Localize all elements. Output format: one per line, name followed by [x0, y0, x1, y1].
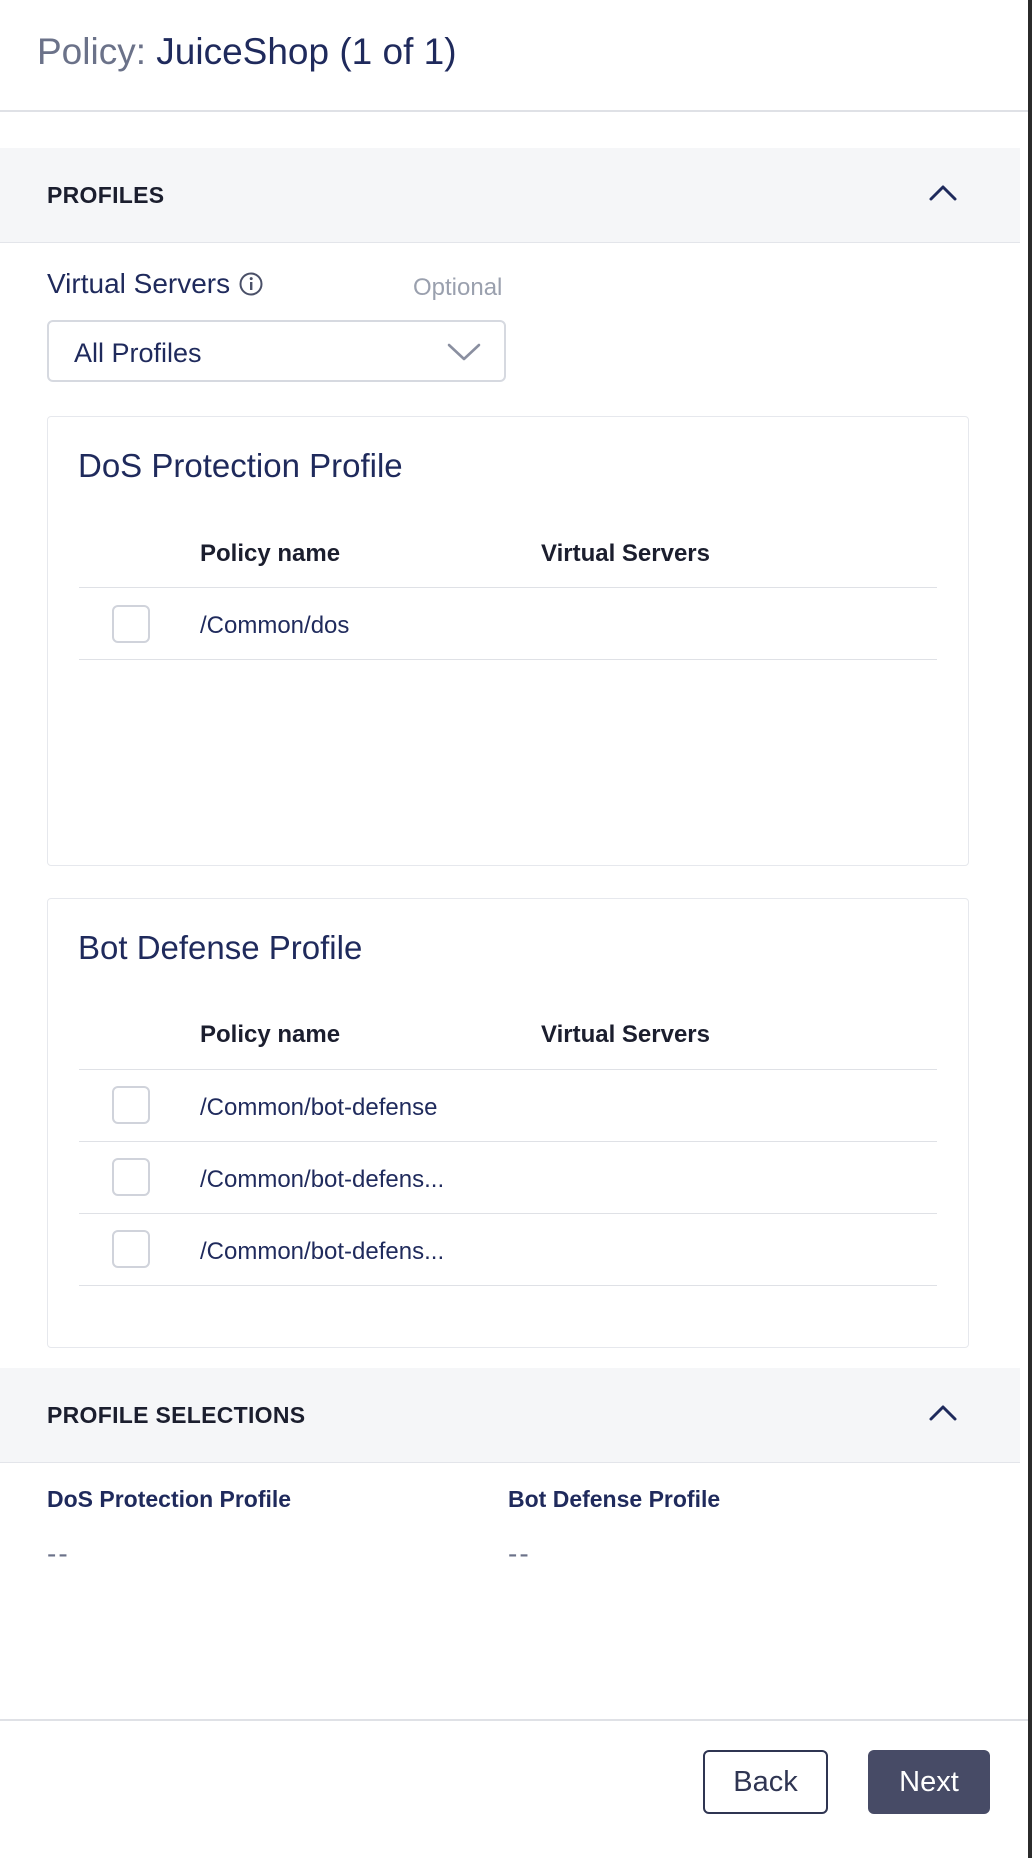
table-divider	[79, 1141, 937, 1142]
virtual-servers-label-text: Virtual Servers	[47, 268, 231, 299]
dos-card-title: DoS Protection Profile	[78, 447, 403, 484]
virtual-servers-select-value: All Profiles	[74, 338, 202, 368]
title-prefix: Policy:	[37, 31, 146, 72]
row-checkbox[interactable]	[112, 1230, 150, 1268]
optional-label: Optional	[413, 274, 503, 301]
dos-protection-card: DoS Protection Profile Policy name Virtu…	[47, 416, 969, 866]
row-checkbox[interactable]	[112, 1086, 150, 1124]
row-checkbox[interactable]	[112, 1158, 150, 1196]
table-divider	[79, 587, 937, 588]
policy-name-cell: /Common/dos	[200, 612, 350, 639]
profile-selections-heading: PROFILE SELECTIONS	[47, 1402, 306, 1428]
table-divider	[79, 1069, 937, 1070]
chevron-down-icon	[447, 343, 481, 361]
next-button[interactable]: Next	[868, 1750, 990, 1814]
policy-name-cell: /Common/bot-defense	[200, 1094, 438, 1121]
table-divider	[79, 659, 937, 660]
table-divider	[79, 1285, 937, 1286]
dos-col-policy-name: Policy name	[200, 540, 341, 567]
profiles-section-header[interactable]: PROFILES	[0, 148, 1020, 243]
virtual-servers-label: Virtual Servers	[47, 268, 264, 300]
table-divider	[79, 1213, 937, 1214]
policy-name-cell: /Common/bot-defens...	[200, 1166, 445, 1193]
dos-selection-value: --	[47, 1538, 70, 1569]
bot-card-title: Bot Defense Profile	[78, 929, 363, 966]
info-icon[interactable]	[238, 271, 264, 297]
panel-header: Policy: JuiceShop (1 of 1)	[0, 0, 1028, 112]
policy-name: JuiceShop (1 of 1)	[156, 31, 457, 72]
chevron-up-icon[interactable]	[925, 175, 961, 211]
chevron-up-icon[interactable]	[925, 1395, 961, 1431]
bot-col-virtual-servers: Virtual Servers	[541, 1021, 710, 1048]
profile-selections-section-header[interactable]: PROFILE SELECTIONS	[0, 1368, 1020, 1463]
dos-selection-label: DoS Protection Profile	[47, 1486, 292, 1512]
policy-panel: Policy: JuiceShop (1 of 1) PROFILES Virt…	[0, 0, 1030, 1858]
page-title: Policy: JuiceShop (1 of 1)	[37, 30, 457, 74]
back-button[interactable]: Back	[703, 1750, 828, 1814]
virtual-servers-select[interactable]: All Profiles	[47, 320, 506, 382]
dos-col-virtual-servers: Virtual Servers	[541, 540, 710, 567]
row-checkbox[interactable]	[112, 605, 150, 643]
bot-selection-value: --	[508, 1538, 531, 1569]
profiles-heading: PROFILES	[47, 182, 165, 208]
bot-selection-label: Bot Defense Profile	[508, 1486, 721, 1512]
bot-col-policy-name: Policy name	[200, 1021, 341, 1048]
policy-name-cell: /Common/bot-defens...	[200, 1238, 445, 1265]
bot-defense-card: Bot Defense Profile Policy name Virtual …	[47, 898, 969, 1348]
